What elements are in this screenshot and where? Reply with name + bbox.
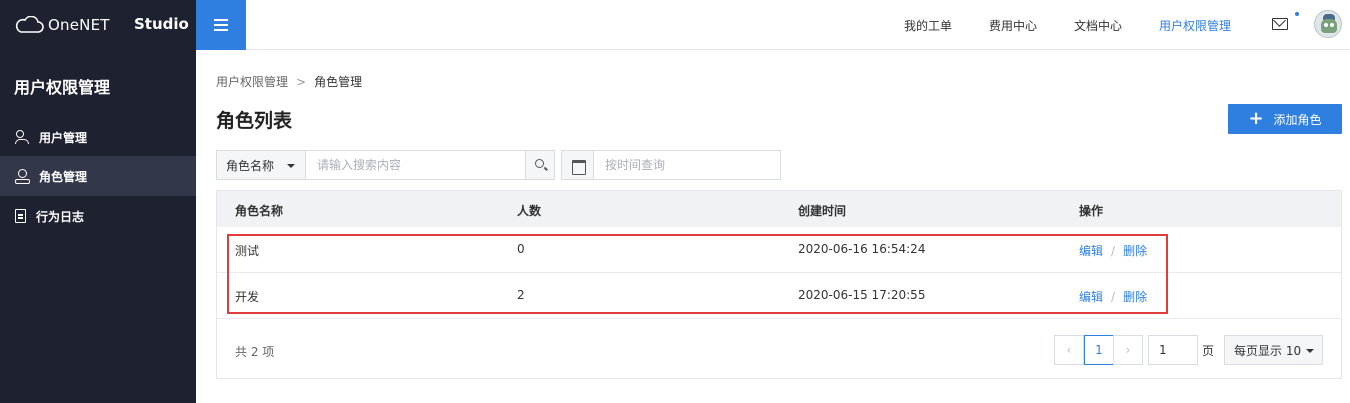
sidebar: 用户权限管理 用户管理 角色管理 行为日志 (0, 50, 196, 403)
cell-actions: 编辑 / 删除 (1079, 242, 1147, 259)
brand-name: OneNET (48, 16, 110, 34)
search-field-value: 角色名称 (226, 158, 275, 173)
edit-link[interactable]: 编辑 (1079, 244, 1103, 258)
current-page-button[interactable]: 1 (1084, 335, 1114, 365)
search-input[interactable] (305, 150, 526, 180)
sidebar-item-user-management[interactable]: 用户管理 (0, 117, 196, 157)
sidebar-item-label: 角色管理 (39, 169, 88, 184)
breadcrumb-parent[interactable]: 用户权限管理 (216, 75, 288, 89)
cell-created-time: 2020-06-16 16:54:24 (798, 242, 926, 256)
plus-icon: + (1248, 108, 1264, 129)
mail-icon[interactable] (1272, 18, 1288, 30)
avatar[interactable] (1314, 10, 1342, 38)
nav-user-permission[interactable]: 用户权限管理 (1159, 17, 1231, 34)
caret-down-icon (287, 164, 295, 168)
calendar-icon[interactable] (561, 150, 594, 180)
cell-created-time: 2020-06-15 17:20:55 (798, 288, 926, 302)
add-role-button[interactable]: + 添加角色 (1228, 104, 1342, 134)
hamburger-icon (214, 24, 228, 26)
page-size-value: 每页显示 10 (1234, 343, 1302, 358)
breadcrumb-separator: > (296, 75, 307, 89)
sidebar-item-label: 用户管理 (39, 130, 88, 145)
delete-link[interactable]: 删除 (1123, 290, 1147, 304)
table-row: 测试 0 2020-06-16 16:54:24 编辑 / 删除 (217, 227, 1341, 273)
table-row: 开发 2 2020-06-15 17:20:55 编辑 / 删除 (217, 273, 1341, 319)
breadcrumb-current: 角色管理 (314, 75, 363, 89)
sidebar-item-behavior-log[interactable]: 行为日志 (0, 196, 196, 236)
cell-count: 0 (517, 242, 525, 256)
cell-count: 2 (517, 288, 525, 302)
edit-link[interactable]: 编辑 (1079, 290, 1103, 304)
breadcrumb: 用户权限管理 > 角色管理 (216, 73, 362, 90)
role-icon (15, 169, 30, 184)
page-unit-label: 页 (1202, 344, 1215, 358)
nav-docs-center[interactable]: 文档中心 (1074, 17, 1122, 34)
user-group-icon (15, 130, 29, 144)
caret-down-icon (1306, 349, 1314, 353)
cell-actions: 编辑 / 删除 (1079, 288, 1147, 305)
sidebar-title: 用户权限管理 (14, 78, 111, 97)
menu-toggle-button[interactable] (196, 0, 246, 50)
page-number-input[interactable] (1148, 335, 1198, 365)
nav-billing-center[interactable]: 费用中心 (989, 17, 1037, 34)
log-document-icon (15, 209, 26, 223)
cloud-logo-icon (14, 16, 44, 34)
search-field-select[interactable]: 角色名称 (216, 150, 306, 180)
next-page-button[interactable]: › (1113, 335, 1143, 365)
page-title: 角色列表 (216, 110, 293, 132)
nav-my-tickets[interactable]: 我的工单 (904, 17, 952, 34)
column-header-role-name: 角色名称 (235, 204, 284, 218)
sidebar-item-role-management[interactable]: 角色管理 (0, 156, 196, 196)
column-header-actions: 操作 (1079, 204, 1104, 218)
column-header-count: 人数 (517, 204, 542, 218)
brand[interactable]: OneNET Studio (0, 0, 196, 50)
cell-role-name: 开发 (235, 290, 260, 304)
action-separator: / (1111, 244, 1116, 258)
cell-role-name: 测试 (235, 244, 260, 258)
delete-link[interactable]: 删除 (1123, 244, 1147, 258)
date-query-input[interactable] (593, 150, 781, 180)
top-bar: OneNET Studio 我的工单 费用中心 文档中心 用户权限管理 (0, 0, 1350, 50)
column-header-created-time: 创建时间 (798, 204, 847, 218)
role-table: 角色名称 人数 创建时间 操作 测试 0 2020-06-16 16:54:24… (216, 190, 1342, 379)
sidebar-item-label: 行为日志 (36, 209, 85, 224)
table-header: 角色名称 人数 创建时间 操作 (217, 191, 1341, 227)
pagination: ‹ 1 › 页 每页显示 10 (217, 335, 1341, 365)
add-role-label: 添加角色 (1273, 112, 1322, 127)
brand-studio: Studio (134, 15, 189, 33)
search-icon[interactable] (525, 150, 555, 180)
action-separator: / (1111, 290, 1116, 304)
prev-page-button[interactable]: ‹ (1054, 335, 1084, 365)
page-size-select[interactable]: 每页显示 10 (1224, 335, 1323, 365)
notification-dot (1295, 12, 1299, 16)
